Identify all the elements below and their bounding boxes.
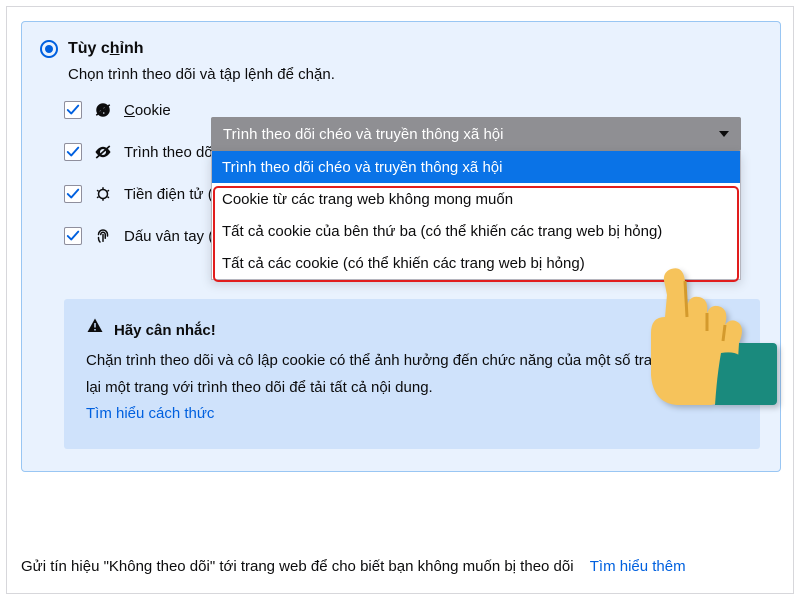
checkbox-crypto[interactable]	[64, 185, 82, 203]
footer-text: Gửi tín hiệu "Không theo dõi" tới trang …	[21, 555, 686, 579]
label-cookie: Cookie	[124, 102, 171, 119]
warning-icon	[86, 317, 104, 344]
dropdown-list: Trình theo dõi chéo và truyền thông xã h…	[211, 151, 741, 280]
footer-learn-link[interactable]: Tìm hiểu thêm	[590, 555, 686, 579]
dropdown-item[interactable]: Tất cả cookie của bên thứ ba (có thể khi…	[212, 215, 740, 247]
dropdown-item[interactable]: Tất cả các cookie (có thể khiến các tran…	[212, 247, 740, 279]
warning-body: Chặn trình theo dõi và cô lập cookie có …	[86, 348, 738, 401]
cookie-icon	[94, 101, 112, 119]
label-tracking: Trình theo dõi	[124, 144, 216, 161]
warning-title: Hãy cân nhắc!	[114, 318, 216, 344]
fingerprint-icon	[94, 227, 112, 245]
dropdown-item[interactable]: Cookie từ các trang web không mong muốn	[212, 183, 740, 215]
eye-blocked-icon	[94, 143, 112, 161]
warning-learn-link[interactable]: Tìm hiểu cách thức	[86, 401, 738, 427]
chevron-down-icon	[719, 131, 729, 137]
checkbox-fingerprint[interactable]	[64, 227, 82, 245]
panel-subtitle: Chọn trình theo dõi và tập lệnh để chặn.	[68, 66, 764, 83]
warning-box: Hãy cân nhắc! Chặn trình theo dõi và cô …	[64, 299, 760, 449]
cookie-dropdown[interactable]: Trình theo dõi chéo và truyền thông xã h…	[211, 117, 741, 280]
custom-radio[interactable]	[40, 40, 58, 58]
crypto-icon	[94, 185, 112, 203]
checkbox-cookie[interactable]	[64, 101, 82, 119]
dropdown-selected[interactable]: Trình theo dõi chéo và truyền thông xã h…	[211, 117, 741, 151]
checkbox-tracking[interactable]	[64, 143, 82, 161]
panel-title: Tùy chỉnh	[68, 40, 144, 58]
dropdown-item[interactable]: Trình theo dõi chéo và truyền thông xã h…	[212, 151, 740, 183]
